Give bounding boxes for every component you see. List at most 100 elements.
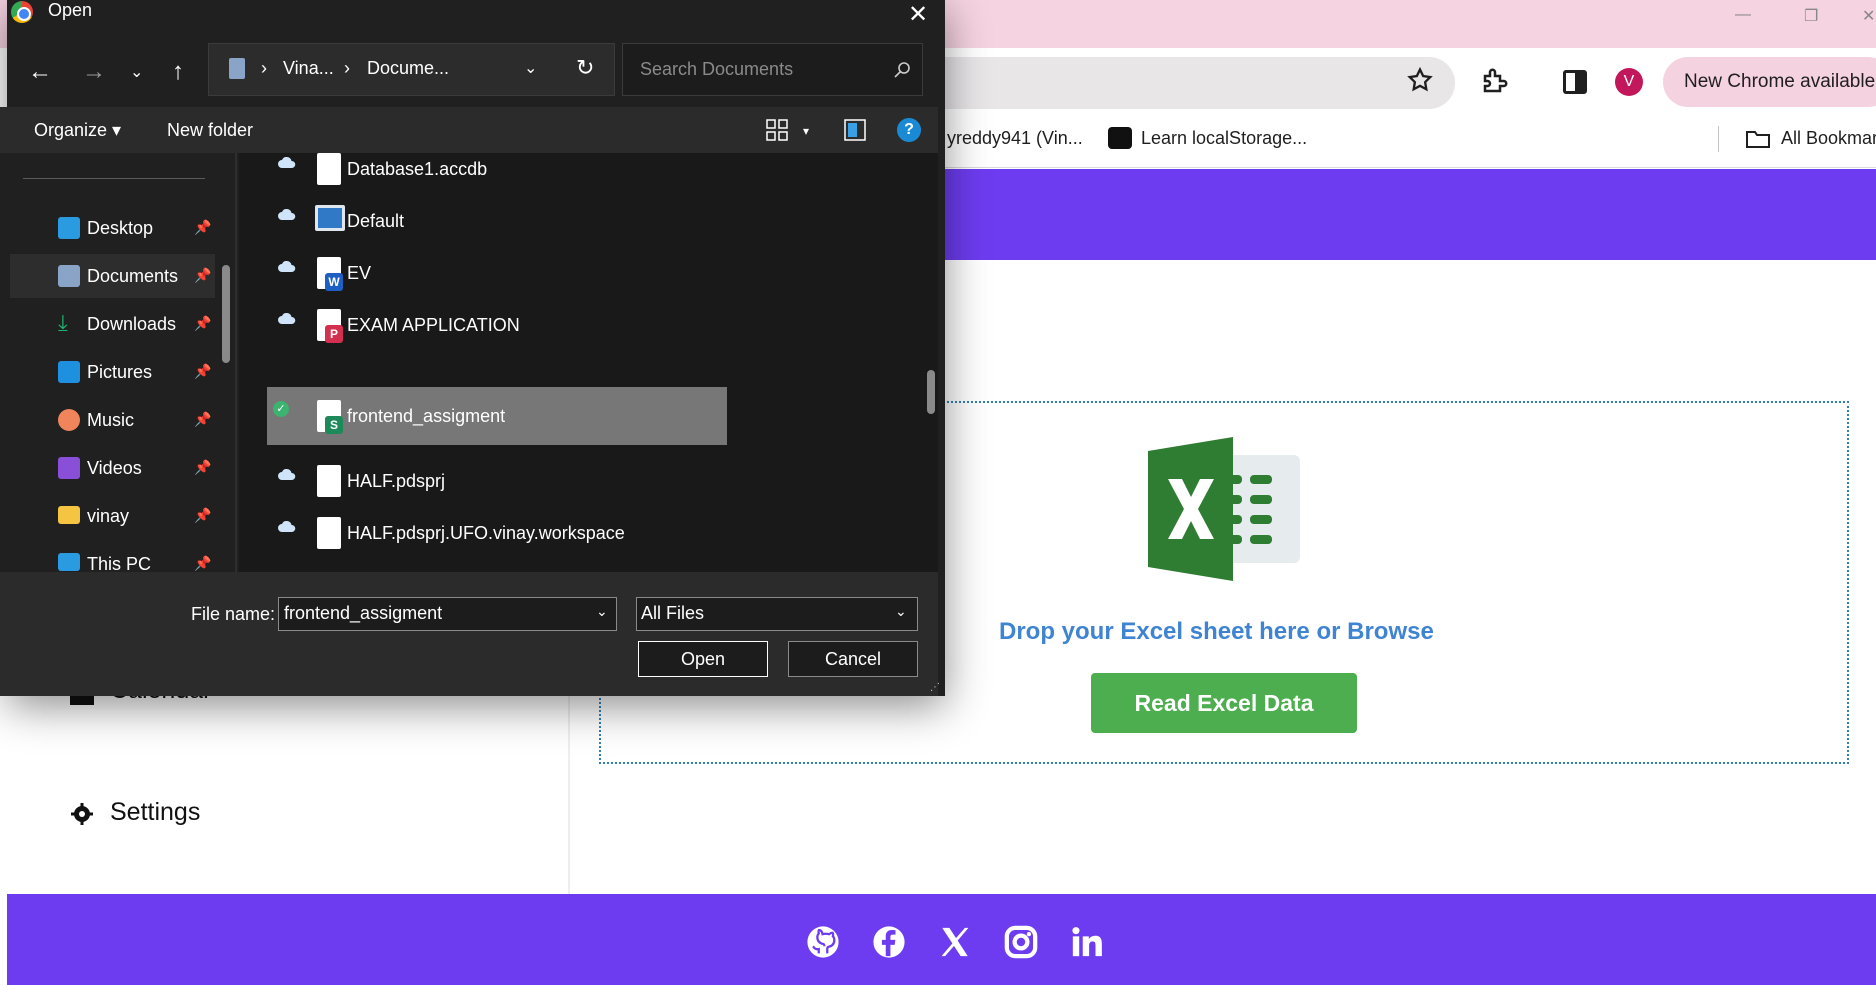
this-pc-icon [58,553,80,571]
sheet-badge-icon: S [325,416,343,434]
file-row[interactable]: W EV [267,244,727,302]
nav-label: Desktop [87,218,154,238]
bookmark-star-icon[interactable] [1406,66,1434,94]
music-icon [58,409,80,431]
generic-file-icon [317,465,341,497]
dialog-footer [0,572,938,696]
pin-icon: 📌 [194,363,212,379]
nav-label: Downloads [87,314,177,334]
download-icon: ⤓ [58,310,68,335]
search-placeholder: Search Documents [640,59,794,79]
cancel-button[interactable]: Cancel [788,641,918,677]
videos-icon [58,457,80,479]
documents-icon [58,265,80,287]
file-name: frontend_assigment [347,406,506,426]
command-bar [0,107,938,153]
linkedin-icon[interactable] [1070,925,1104,959]
file-name: Default [347,211,405,231]
close-window-button[interactable]: ✕ [1862,6,1875,26]
side-panel-icon[interactable] [1563,70,1587,94]
gear-icon [71,803,93,825]
word-badge-icon: W [325,273,343,291]
dialog-titlebar [7,0,945,30]
file-list-scrollbar[interactable] [927,370,935,414]
x-twitter-icon[interactable] [938,925,972,959]
file-row[interactable]: HALF.pdsprj.UFO.vinay.workspace [267,504,727,562]
minimize-button[interactable]: — [1735,6,1751,24]
restore-button[interactable]: ❐ [1804,6,1818,26]
generic-file-icon [317,153,341,185]
github-icon[interactable] [806,925,840,959]
file-type-select[interactable]: All Files [636,597,918,631]
file-row[interactable]: P EXAM APPLICATION [267,296,727,354]
pin-icon: 📌 [194,507,212,523]
pin-icon: 📌 [194,267,212,283]
file-name-input[interactable]: frontend_assigment [278,597,617,631]
extensions-icon[interactable] [1480,66,1510,96]
all-bookmarks-item[interactable]: All Bookmar [1781,128,1876,149]
help-icon[interactable]: ? [897,118,921,142]
breadcrumb-separator: › [261,58,267,78]
new-folder-button[interactable]: New folder [167,120,253,141]
cloud-icon [278,469,296,480]
breadcrumb-separator: › [344,58,350,78]
nav-scrollbar[interactable] [222,265,230,363]
excel-icon [1148,437,1300,581]
file-list: Database1.accdb Default W EV P EXAM APPL… [239,153,938,572]
profile-avatar[interactable]: V [1615,68,1643,96]
cloud-icon [278,209,296,220]
recent-locations-chevron-icon[interactable]: ⌄ [130,62,143,82]
resize-grip-icon[interactable]: ⋰ [930,682,940,693]
folder-icon [58,506,80,524]
folder-icon [1746,131,1770,148]
file-name-label: File name: [191,604,276,624]
path-dropdown-chevron-icon[interactable]: ⌄ [524,58,537,78]
bookmark-divider [1718,126,1719,152]
bookmark-item[interactable]: yreddy941 (Vin... [947,128,1083,149]
chrome-logo-icon [11,1,33,23]
bookmark-item[interactable]: Learn localStorage... [1141,128,1307,149]
refresh-icon[interactable]: ↻ [576,55,594,81]
file-name: EXAM APPLICATION [347,315,520,335]
organize-menu[interactable]: Organize ▾ [34,120,121,141]
file-name-chevron-icon[interactable]: ⌄ [596,603,608,620]
search-icon[interactable] [893,61,911,79]
file-row-selected[interactable]: ✓ S frontend_assigment [267,387,727,445]
nav-divider [23,178,205,179]
pictures-icon [58,361,80,383]
pdf-badge-icon: P [325,325,343,343]
nav-label: vinay [87,506,130,526]
file-row[interactable]: HALF.pdsprj [267,452,727,510]
back-arrow-icon[interactable]: ← [28,58,52,86]
nav-label: Videos [87,458,142,478]
instagram-icon[interactable] [1004,925,1038,959]
dialog-title: Open [48,0,93,20]
file-type-chevron-icon[interactable]: ⌄ [895,603,907,620]
up-arrow-icon[interactable]: ↑ [172,58,184,86]
preview-pane-icon[interactable] [844,119,866,141]
address-bar[interactable] [920,57,1455,109]
pin-icon: 📌 [194,555,212,571]
file-name: Database1.accdb [347,159,488,179]
cloud-icon [278,313,296,324]
read-excel-button[interactable]: Read Excel Data [1091,673,1357,733]
facebook-icon[interactable] [872,925,906,959]
dialog-close-icon[interactable]: ✕ [908,0,928,29]
pin-icon: 📌 [194,219,212,235]
computer-shortcut-icon [315,205,345,231]
cloud-icon [278,261,296,272]
drop-instructions[interactable]: Drop your Excel sheet here or Browse [999,618,1434,646]
pin-icon: 📌 [194,315,212,331]
forward-arrow-icon[interactable]: → [82,58,106,86]
breadcrumb-documents[interactable]: Docume... [367,58,449,79]
nav-label: Music [87,410,135,430]
file-name: HALF.pdsprj [347,471,446,491]
sidebar-item-settings[interactable]: Settings [110,798,200,827]
file-row[interactable]: Default [267,192,727,250]
cloud-icon [278,521,296,532]
view-options-icon[interactable] [766,119,788,141]
chrome-update-button[interactable]: New Chrome available [1663,57,1876,107]
view-dropdown-chevron-icon[interactable]: ▾ [803,124,809,138]
open-button[interactable]: Open [638,641,768,677]
breadcrumb-vinay[interactable]: Vina... [283,58,334,79]
